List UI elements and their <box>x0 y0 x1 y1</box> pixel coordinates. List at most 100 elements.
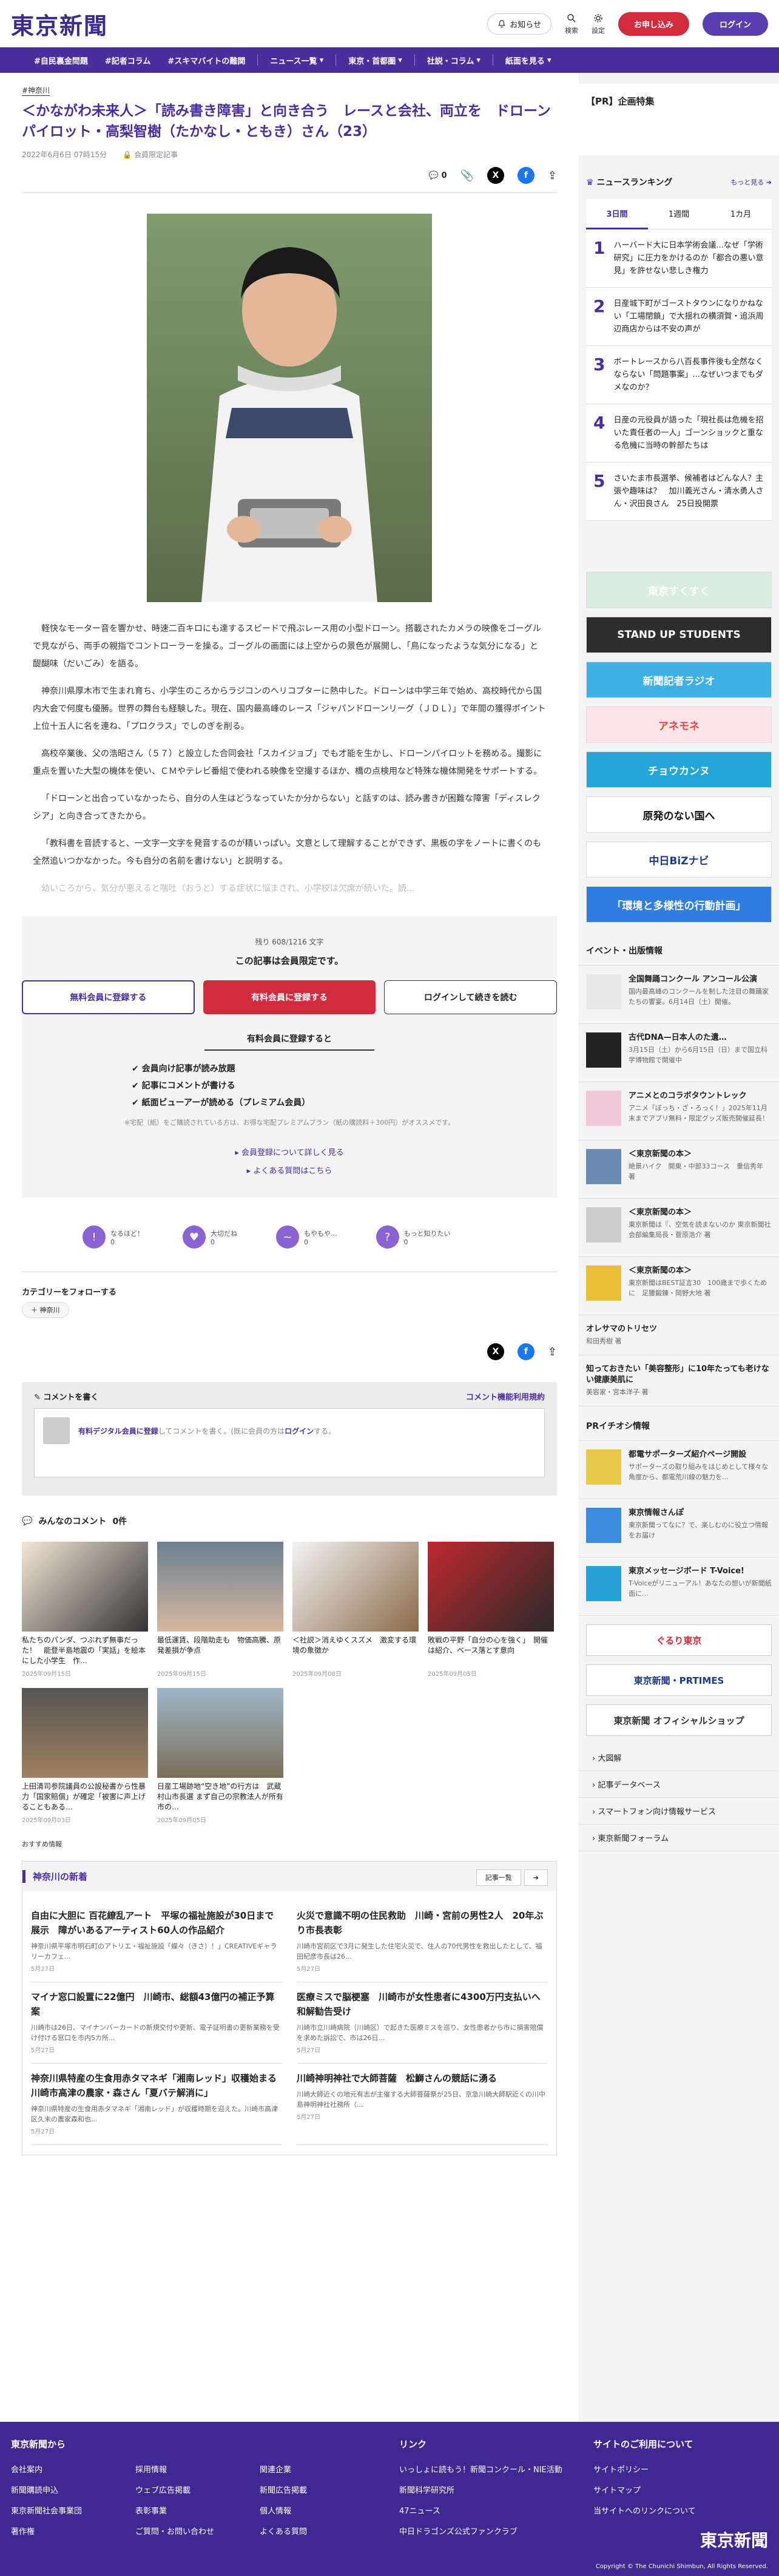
brand-banner[interactable]: ぐるり東京 <box>586 1624 772 1656</box>
clip-icon[interactable]: 📎 <box>460 169 473 182</box>
ranking-item[interactable]: 1 ハーバード大に日本学術会議...なぜ「学術研究」に圧力をかけるのか「都合の悪い… <box>586 229 772 288</box>
brand-banner[interactable]: 東京新聞・PRTIMES <box>586 1664 772 1696</box>
local-more-button[interactable]: 記事一覧 ➔ <box>476 1869 548 1886</box>
local-article[interactable]: 医療ミスで脳梗塞 川崎市が女性患者に4300万円支払いへ 和解勧告受け 川崎市立川… <box>297 1982 548 2064</box>
ranking-more-link[interactable]: もっと見る ➔ <box>730 177 772 187</box>
sidebar-banner[interactable]: チョウカンヌ <box>586 751 772 788</box>
membership-info-link[interactable]: ▸ 会員登録について詳しく見る <box>235 1148 343 1158</box>
book-item[interactable]: 知っておきたい「美容整形」に10年たっても老けない健康美肌に 美容家・宮本洋子 著 <box>579 1355 779 1406</box>
nav-item-3[interactable]: ニュース一覧 ▾ <box>265 55 328 66</box>
tab-1week[interactable]: 1週間 <box>648 199 710 229</box>
nav-item-5[interactable]: 社説・コラム ▾ <box>422 55 485 66</box>
sidebar-link[interactable]: › 記事データベース <box>579 1771 779 1798</box>
brand-banner[interactable]: 東京新聞 オフィシャルショップ <box>586 1704 772 1736</box>
footer-link[interactable]: 新聞購読申込 <box>11 2481 135 2501</box>
footer-logo[interactable]: 東京新聞 <box>700 2527 768 2552</box>
related-card[interactable]: 日産工場跡地“空き地”の行方は 武蔵村山市長選 まず自己の宗教法人が所有 市の…… <box>157 1688 283 1825</box>
footer-link[interactable]: ウェブ広告掲載 <box>135 2481 260 2501</box>
local-article[interactable]: 神奈川県特産の生食用赤タマネギ「湘南レッド」収穫始まる 川崎市高津の農家・森さん… <box>31 2064 286 2145</box>
related-card[interactable]: 敗戦の平野「自分の心を強く」 開催は紹介、ベース落とす意向 2025年09月05日 <box>428 1542 554 1678</box>
reaction-moyamoya[interactable]: ~ もやもや... 0 <box>276 1225 337 1249</box>
local-article[interactable]: マイナ窓口設置に22億円 川崎市、総額43億円の補正予算案 川崎市は26日、マイナ… <box>31 1982 282 2064</box>
x-share-icon[interactable]: X <box>487 167 504 184</box>
event-item[interactable]: 全国舞踊コンクール アンコール公演 国内最高峰のコンクールを制した注目の舞踊家たち… <box>579 966 779 1024</box>
notify-button[interactable]: お知らせ <box>487 13 551 35</box>
reaction-motto[interactable]: ? もっと知りたい 0 <box>376 1225 451 1249</box>
related-card[interactable]: 私たちのパンダ、つぶれず無事だった！ 能登半島地震の「実話」を絵本にした小学生 … <box>22 1542 148 1678</box>
footer-link[interactable]: 中日ドラゴンズ公式ファンクラブ <box>399 2522 593 2543</box>
event-item[interactable]: 古代DNA—日本人のた遺… 3月15日（土）から6月15日（日）まで国立科学博物館… <box>579 1024 779 1082</box>
login-continue-button[interactable]: ログインして続きを読む <box>384 980 558 1014</box>
comment-count[interactable]: 💬 0 <box>429 171 447 180</box>
nav-item-2[interactable]: #スキマバイトの難関 <box>163 55 250 66</box>
facebook-share-icon[interactable]: f <box>517 1343 535 1360</box>
paid-register-button[interactable]: 有料会員に登録する <box>203 980 376 1014</box>
reaction-naruhodo[interactable]: ! なるほど！ 0 <box>83 1225 144 1249</box>
pr-item[interactable]: 都電サポーターズ紹介ページ開設 サポーターズの取り組みをはじめとして様々な角度から… <box>579 1441 779 1499</box>
paid-register-link[interactable]: 有料デジタル会員に登録 <box>78 1427 158 1435</box>
ranking-item[interactable]: 5 さいたま市長選挙、候補者はどんな人？主張や趣味は？ 加川義光さん・清水勇人さん… <box>586 463 772 521</box>
category-chip[interactable]: ＋ 神奈川 <box>22 1302 69 1318</box>
settings-button[interactable]: 設定 <box>592 13 605 35</box>
reaction-taisetsu[interactable]: ♥ 大切だね 0 <box>183 1225 237 1249</box>
footer-link[interactable]: 47ニュース <box>399 2501 593 2522</box>
ranking-item[interactable]: 3 ボートレースから八百長事件後も全然なくならない「問題事案」...なぜいつまでも… <box>586 346 772 404</box>
event-item[interactable]: ＜東京新聞の本＞ 東京新聞はBEST証言30 100歳まで歩くために 足腰鍛錬・岡… <box>579 1257 779 1315</box>
register-button[interactable]: お申し込み <box>618 12 689 36</box>
nav-item-1[interactable]: #記者コラム <box>100 55 156 66</box>
footer-link[interactable]: ご質問・お問い合わせ <box>135 2522 260 2543</box>
site-logo[interactable]: 東京新聞 <box>11 7 108 41</box>
pr-item[interactable]: 東京情報さんぽ 東京新聞ってなに？で、楽しむのに役立つ情報をお届け <box>579 1499 779 1557</box>
local-article[interactable]: 川崎神明神社で大師菩薩 松鰤さんの競話に湧る 川崎大師近くの地元有志が主催する大師… <box>297 2064 548 2145</box>
sidebar-banner[interactable]: 東京すくすく <box>586 572 772 608</box>
nav-item-4[interactable]: 東京・首都圏 ▾ <box>343 55 407 66</box>
ranking-item[interactable]: 4 日産の元役員が語った「現社長は危機を招いた責任者の一人」ゴーンショックと重なる… <box>586 404 772 463</box>
sidebar-banner[interactable]: 新聞記者ラジオ <box>586 662 772 698</box>
footer-link[interactable]: 当サイトへのリンクについて <box>593 2501 696 2522</box>
comment-policy-link[interactable]: コメント機能利用規約 <box>466 1391 545 1402</box>
footer-link[interactable]: サイトマップ <box>593 2481 696 2501</box>
pr-item[interactable]: 東京メッセージボード T-Voice! T-Voiceがリニューアル！あなたの想い… <box>579 1557 779 1616</box>
footer-link[interactable]: いっしょに読もう！新聞コンクール・NIE活動 <box>399 2460 593 2481</box>
footer-link[interactable]: 表彰事業 <box>135 2501 260 2522</box>
event-item[interactable]: アニメとのコラボタウントレック アニメ「ぼっち・ざ・ろっく！」2025年11月末ま… <box>579 1082 779 1141</box>
footer-link[interactable]: サイトポリシー <box>593 2460 696 2481</box>
footer-link[interactable]: 新聞科学研究所 <box>399 2481 593 2501</box>
sidebar-banner[interactable]: STAND UP STUDENTS <box>586 617 772 653</box>
footer-link[interactable]: 関連企業 <box>260 2460 384 2481</box>
free-register-button[interactable]: 無料会員に登録する <box>22 980 195 1014</box>
sidebar-banner[interactable]: 原発のない国へ <box>586 796 772 833</box>
sidebar-link[interactable]: › 東京新聞フォーラム <box>579 1825 779 1851</box>
faq-link[interactable]: ▸ よくある質問はこちら <box>247 1167 332 1176</box>
sidebar-link[interactable]: › 大図解 <box>579 1744 779 1771</box>
login-button[interactable]: ログイン <box>702 12 768 36</box>
search-button[interactable]: 検索 <box>565 13 578 35</box>
sidebar-link[interactable]: › スマートフォン向け情報サービス <box>579 1798 779 1825</box>
footer-link[interactable]: 新聞広告掲載 <box>260 2481 384 2501</box>
tab-1month[interactable]: 1カ月 <box>710 199 772 229</box>
article-tag[interactable]: #神奈川 <box>22 85 50 96</box>
facebook-share-icon[interactable]: f <box>517 167 535 184</box>
footer-link[interactable]: 会社案内 <box>11 2460 135 2481</box>
sidebar-banner[interactable]: 中日BiZナビ <box>586 841 772 878</box>
related-card[interactable]: 最低運賃、段階助走も 物価高騰、原発差損が争点 2025年09月15日 <box>157 1542 283 1678</box>
tab-3days[interactable]: 3日間 <box>586 199 648 229</box>
comment-login-link[interactable]: ログイン <box>285 1427 314 1435</box>
footer-link[interactable]: 個人情報 <box>260 2501 384 2522</box>
nav-item-0[interactable]: #自民裏金問題 <box>29 55 93 66</box>
share-icon[interactable]: ⇪ <box>548 1346 557 1358</box>
share-icon[interactable]: ⇪ <box>548 169 557 182</box>
event-item[interactable]: ＜東京新聞の本＞ 東京新聞は『、空気を読まないのか 東京新聞社会部編集局長・菅原浩… <box>579 1199 779 1257</box>
footer-link[interactable]: 東京新聞社会事業団 <box>11 2501 135 2522</box>
ranking-item[interactable]: 2 日産城下町がゴーストタウンになりかねない「工場閉鎖」で大揺れの横須賀・追浜周辺… <box>586 288 772 346</box>
sidebar-banner[interactable]: 「環境と多様性の行動計画」 <box>586 886 772 923</box>
sidebar-banner[interactable]: アネモネ <box>586 707 772 743</box>
x-share-icon[interactable]: X <box>487 1343 504 1360</box>
local-article[interactable]: 火災で意識不明の住民救助 川崎・宮前の男性2人 20年ぶり市長表彰 川崎市宮前区で… <box>297 1901 548 1982</box>
related-card[interactable]: ＜社説＞消えゆくスズメ 激変する環境の象徴か 2025年09月08日 <box>292 1542 419 1678</box>
footer-link[interactable]: 著作権 <box>11 2522 135 2543</box>
related-card[interactable]: 上田清司参院議員の公設秘書から性暴力「国家賠償」が確定「被害に声上げることもある… <box>22 1688 148 1825</box>
nav-item-6[interactable]: 紙面を見る ▾ <box>501 55 556 66</box>
local-article[interactable]: 自由に大胆に 百花繚乱アート 平塚の福祉施設が30日まで展示 障がいあるアーティ… <box>31 1901 282 1982</box>
comment-input-box[interactable]: 有料デジタル会員に登録してコメントを書く。(既に会員の方はログインする。 <box>34 1408 545 1477</box>
